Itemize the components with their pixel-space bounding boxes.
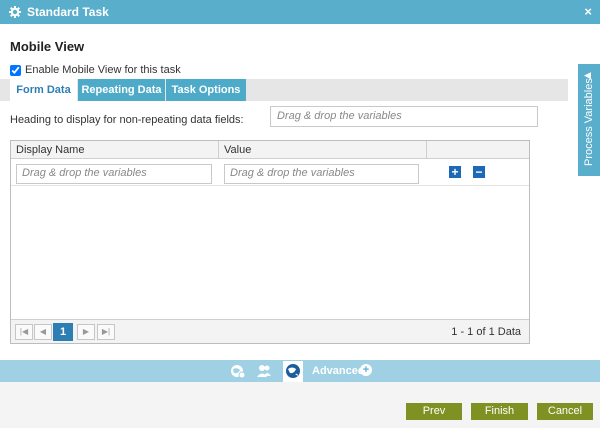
current-page[interactable]: 1 — [53, 323, 73, 341]
pager-info: 1 - 1 of 1 Data — [451, 326, 521, 338]
cancel-button[interactable]: Cancel — [537, 403, 593, 420]
enable-mobile-checkbox[interactable] — [10, 64, 21, 76]
heading-input[interactable]: Drag & drop the variables — [270, 106, 538, 127]
enable-mobile-view[interactable]: Enable Mobile View for this task — [10, 64, 181, 76]
content-area: Mobile View Enable Mobile View for this … — [0, 24, 600, 360]
prev-button[interactable]: Prev — [406, 403, 462, 420]
tab-bar: Form Data Repeating Data Task Options — [0, 79, 568, 101]
last-page-icon[interactable]: ▶| — [97, 324, 115, 340]
remove-row-icon[interactable]: − — [473, 166, 485, 178]
table-row: Drag & drop the variables Drag & drop th… — [11, 160, 529, 186]
globe-icon[interactable] — [283, 361, 303, 382]
window-title: Standard Task — [27, 5, 109, 19]
column-value: Value — [219, 141, 427, 159]
globe-settings-icon[interactable] — [230, 363, 246, 379]
action-bar: Prev Finish Cancel — [0, 382, 600, 428]
heading-field-label: Heading to display for non-repeating dat… — [10, 114, 244, 126]
first-page-icon[interactable]: |◀ — [15, 324, 33, 340]
add-row-icon[interactable]: + — [449, 166, 461, 178]
footer-toolbar: Advanced + — [0, 360, 600, 382]
tab-form-data[interactable]: Form Data — [10, 79, 77, 101]
grid-header: Display Name Value — [11, 141, 529, 159]
enable-mobile-label: Enable Mobile View for this task — [25, 64, 181, 76]
tab-repeating-data[interactable]: Repeating Data — [78, 79, 165, 101]
gear-icon — [8, 5, 22, 19]
prev-page-icon[interactable]: ◀ — [34, 324, 52, 340]
next-page-icon[interactable]: ▶ — [77, 324, 95, 340]
column-actions — [427, 141, 529, 159]
process-variables-label: Process Variables — [583, 78, 595, 166]
pager: |◀ ◀ 1 ▶ ▶| 1 - 1 of 1 Data — [11, 319, 529, 343]
column-display-name: Display Name — [11, 141, 219, 159]
finish-button[interactable]: Finish — [471, 403, 528, 420]
value-input[interactable]: Drag & drop the variables — [224, 164, 419, 184]
tab-task-options[interactable]: Task Options — [166, 79, 246, 101]
plus-circle-icon[interactable]: + — [360, 364, 372, 376]
users-icon[interactable] — [256, 363, 272, 379]
data-grid: Display Name Value Drag & drop the varia… — [10, 140, 530, 344]
page-title: Mobile View — [10, 39, 85, 54]
display-name-input[interactable]: Drag & drop the variables — [16, 164, 212, 184]
process-variables-tab[interactable]: ◀ Process Variables — [578, 64, 600, 176]
close-icon[interactable]: × — [584, 4, 592, 19]
advanced-label[interactable]: Advanced — [312, 365, 365, 377]
title-bar: Standard Task × — [0, 0, 600, 24]
